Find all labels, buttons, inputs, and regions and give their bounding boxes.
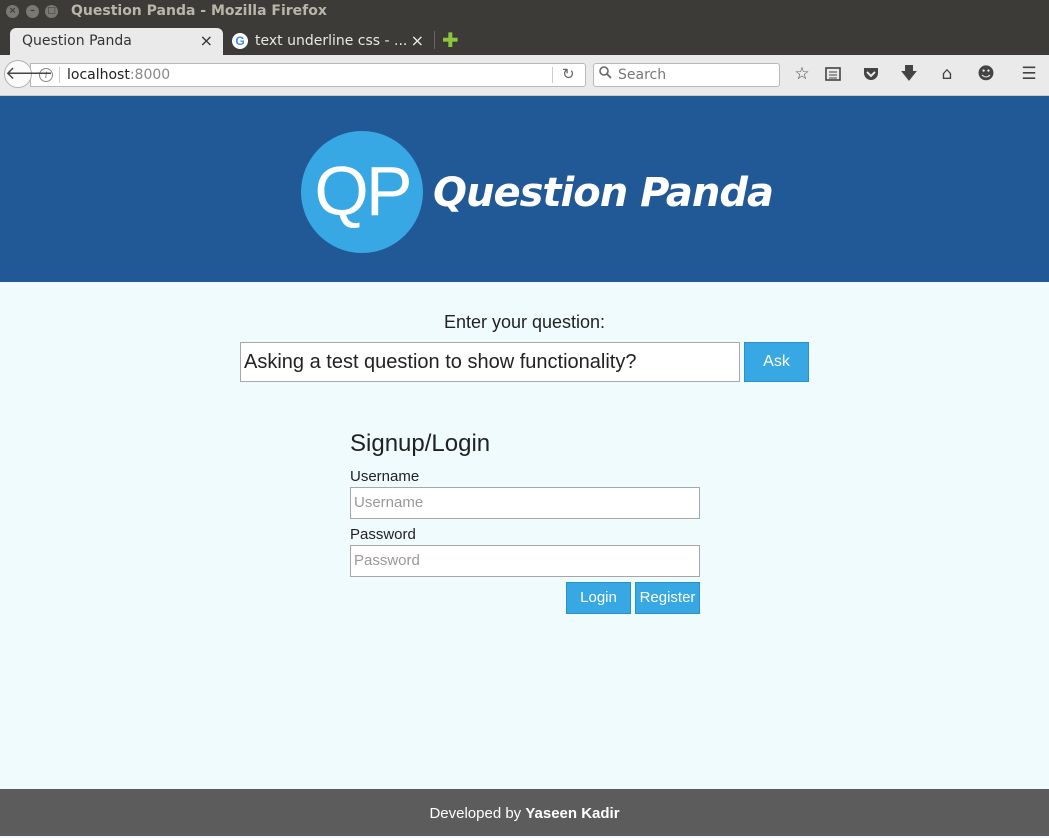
url-port: :8000 xyxy=(129,67,171,83)
logo-initials: QP xyxy=(314,152,412,230)
site-header: QP Question Panda xyxy=(0,96,1049,282)
back-arrow-icon[interactable]: 🡐 xyxy=(4,60,53,88)
search-icon xyxy=(599,66,612,83)
username-label: Username xyxy=(350,468,420,485)
footer-prefix: Developed by xyxy=(429,805,526,822)
tab-separator xyxy=(434,31,435,49)
login-title: Signup/Login xyxy=(350,430,491,457)
tab-label: text underline css - ... xyxy=(255,33,408,49)
password-input[interactable]: Password xyxy=(350,545,700,577)
search-placeholder: Search xyxy=(618,67,667,83)
pocket-icon[interactable] xyxy=(860,63,882,85)
url-bar[interactable]: i localhost:8000 ↻ xyxy=(30,63,586,87)
google-favicon-icon: G xyxy=(232,33,248,49)
window-title: Question Panda - Mozilla Firefox xyxy=(71,3,327,19)
star-icon[interactable]: ☆ xyxy=(791,63,813,85)
minimize-window-icon[interactable]: – xyxy=(26,5,39,18)
window-titlebar: × – □ Question Panda - Mozilla Firefox xyxy=(0,0,1049,24)
divider xyxy=(552,67,553,83)
navigation-toolbar: i localhost:8000 ↻ 🡐 Search ☆ 🡇 ⌂ ☻ ☰ xyxy=(0,55,1049,96)
site-footer: Developed by Yaseen Kadir xyxy=(0,789,1049,836)
close-window-icon[interactable]: × xyxy=(6,5,19,18)
url-text: localhost:8000 xyxy=(67,67,170,83)
question-input[interactable]: Asking a test question to show functiona… xyxy=(240,342,740,382)
close-tab-icon[interactable]: × xyxy=(411,31,424,50)
login-button[interactable]: Login xyxy=(566,582,631,614)
reload-icon[interactable]: ↻ xyxy=(562,65,575,83)
register-button[interactable]: Register xyxy=(635,582,700,614)
logo-circle[interactable]: QP xyxy=(301,131,423,253)
maximize-window-icon[interactable]: □ xyxy=(45,5,58,18)
tab-strip: Question Panda × G text underline css - … xyxy=(0,24,1049,55)
hamburger-menu-icon[interactable]: ☰ xyxy=(1018,63,1040,85)
url-host: localhost xyxy=(67,67,130,83)
footer-author: Yaseen Kadir xyxy=(525,805,620,822)
smiley-icon[interactable]: ☻ xyxy=(975,63,997,85)
username-input[interactable]: Username xyxy=(350,487,700,519)
tab-label: Question Panda xyxy=(22,33,132,49)
download-icon[interactable]: 🡇 xyxy=(898,63,920,85)
tab-text-underline[interactable]: G text underline css - ... × xyxy=(225,28,432,55)
password-label: Password xyxy=(350,526,416,543)
reading-list-icon[interactable] xyxy=(822,63,844,85)
question-prompt: Enter your question: xyxy=(443,312,606,332)
tab-question-panda[interactable]: Question Panda × xyxy=(10,28,223,55)
search-bar[interactable]: Search xyxy=(593,63,780,87)
ask-button[interactable]: Ask xyxy=(744,342,809,382)
divider xyxy=(59,67,60,83)
home-icon[interactable]: ⌂ xyxy=(936,63,958,85)
new-tab-plus-icon[interactable]: ✚ xyxy=(442,30,459,50)
close-tab-icon[interactable]: × xyxy=(200,31,213,50)
logo-text: Question Panda xyxy=(433,170,774,216)
